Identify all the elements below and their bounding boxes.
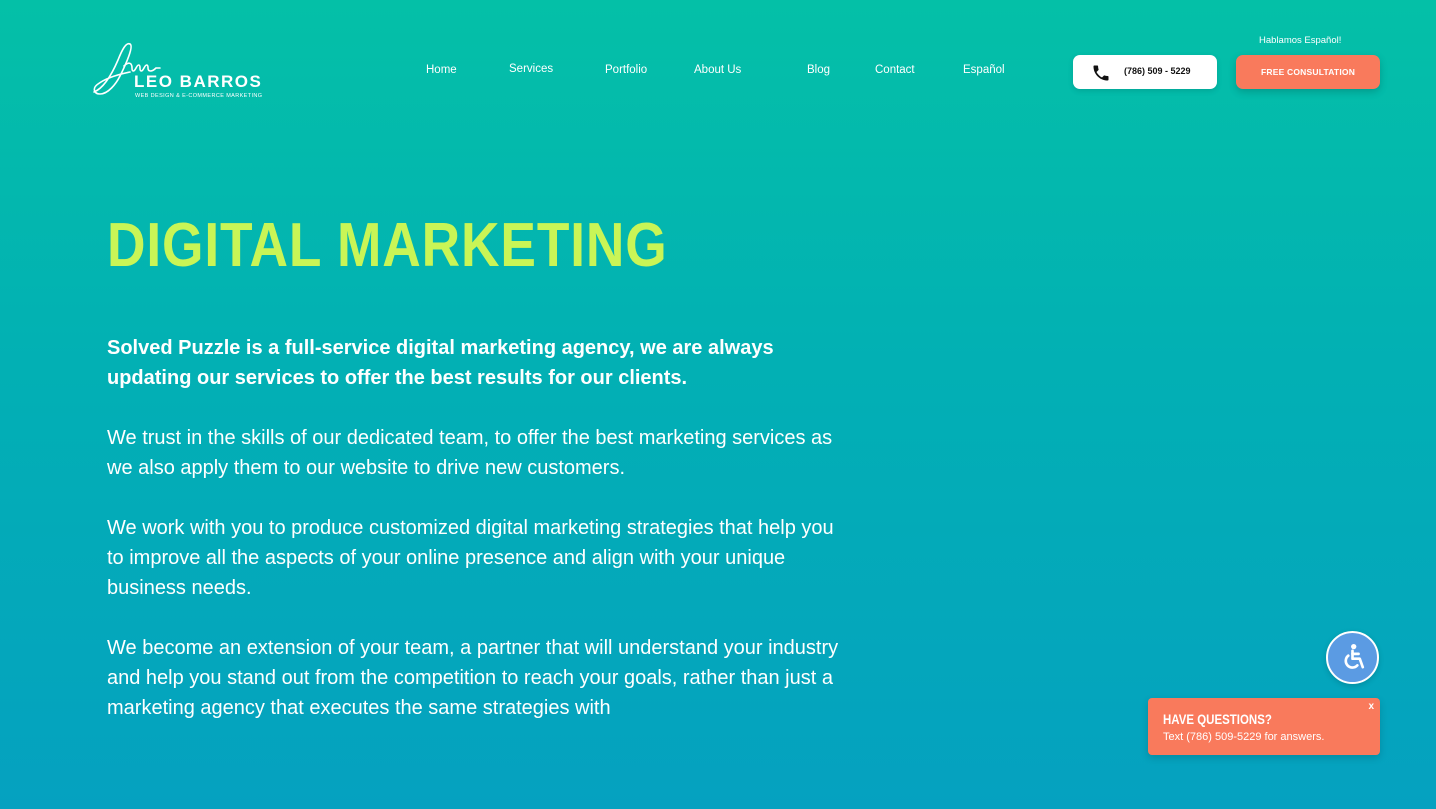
brand-name: LEO BARROS bbox=[134, 72, 263, 91]
body-paragraph: We work with you to produce customized d… bbox=[107, 517, 834, 599]
lead-paragraph: Solved Puzzle is a full-service digital … bbox=[107, 337, 774, 389]
phone-number: (786) 509 - 5229 bbox=[1124, 66, 1191, 76]
nav-item-portfolio[interactable]: Portfolio bbox=[605, 64, 647, 76]
accessibility-icon bbox=[1344, 643, 1365, 669]
nav-item-services[interactable]: Services bbox=[509, 63, 553, 75]
close-icon[interactable]: x bbox=[1368, 701, 1374, 712]
brand-tagline: WEB DESIGN & E-COMMERCE MARKETING bbox=[135, 93, 263, 99]
nav-item-blog[interactable]: Blog bbox=[807, 64, 830, 76]
accessibility-button[interactable] bbox=[1326, 631, 1379, 684]
phone-button[interactable]: (786) 509 - 5229 bbox=[1073, 55, 1217, 89]
nav-item-contact[interactable]: Contact bbox=[875, 64, 915, 76]
brand-logo[interactable]: LEO BARROS WEB DESIGN & E-COMMERCE MARKE… bbox=[90, 38, 272, 102]
nav-item-home[interactable]: Home bbox=[426, 64, 457, 76]
body-paragraph: We trust in the skills of our dedicated … bbox=[107, 427, 833, 479]
page-title: DIGITAL MARKETING bbox=[107, 211, 668, 280]
nav-item-about-us[interactable]: About Us bbox=[694, 64, 741, 76]
body-paragraph: We become an extension of your team, a p… bbox=[107, 637, 839, 719]
phone-icon bbox=[1093, 65, 1109, 81]
nav-item-espanol[interactable]: Español bbox=[963, 64, 1005, 76]
free-consultation-button[interactable]: FREE CONSULTATION bbox=[1236, 55, 1380, 89]
hablamos-text: Hablamos Español! bbox=[1259, 35, 1342, 46]
chat-subtitle: Text (786) 509-5229 for answers. bbox=[1163, 731, 1325, 743]
chat-title: HAVE QUESTIONS? bbox=[1163, 711, 1272, 727]
have-questions-widget[interactable]: HAVE QUESTIONS? Text (786) 509-5229 for … bbox=[1148, 698, 1380, 755]
